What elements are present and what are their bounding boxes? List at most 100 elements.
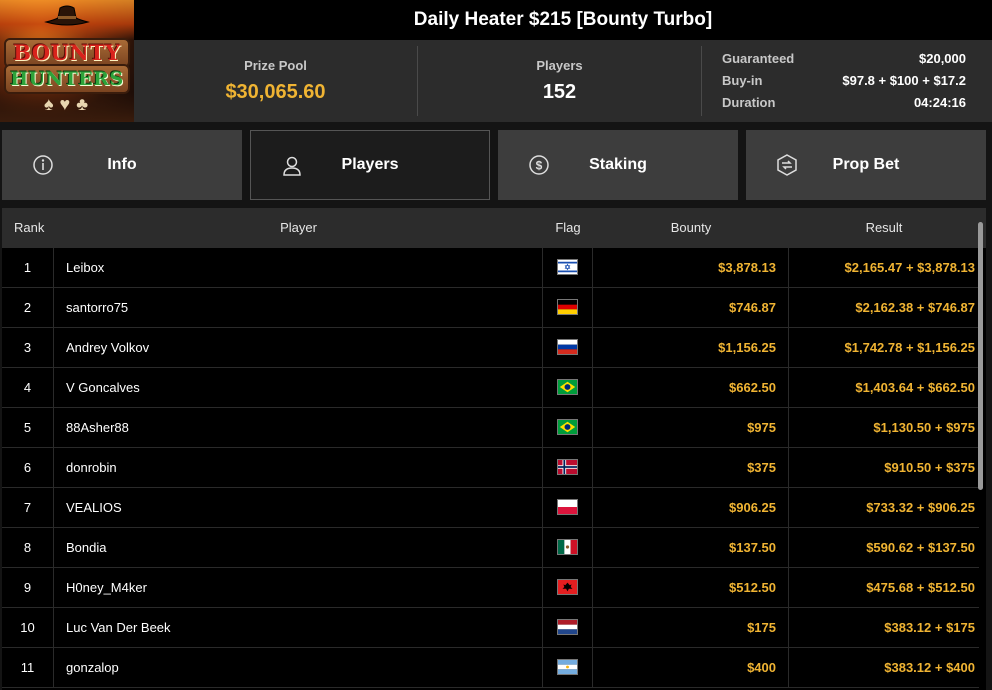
result-cell: $910.50 + $375 xyxy=(884,460,975,475)
player-name-cell[interactable]: VEALIOS xyxy=(54,488,543,528)
player-name-cell[interactable]: santorro75 xyxy=(54,288,543,328)
tab-prop-bet[interactable]: Prop Bet xyxy=(746,130,986,200)
guaranteed-label: Guaranteed xyxy=(722,51,795,66)
table-row[interactable]: 11 gonzalop $400 $383.12 + $400 xyxy=(2,648,979,688)
staking-icon: $ xyxy=(529,155,549,175)
bounty-cell: $137.50 xyxy=(593,528,789,568)
tournament-details: Guaranteed $20,000 Buy-in $97.8 + $100 +… xyxy=(722,48,966,114)
player-name-cell[interactable]: 88Asher88 xyxy=(54,408,543,448)
duration-value: 04:24:16 xyxy=(913,95,966,110)
rank-cell: 11 xyxy=(2,648,54,688)
rank-cell: 8 xyxy=(2,528,54,568)
header-rank[interactable]: Rank xyxy=(2,208,54,248)
argentina-flag-icon xyxy=(557,659,578,675)
prize-pool-value: $30,065.60 xyxy=(225,81,326,103)
flag-cell xyxy=(543,568,593,608)
bounty-cell: $3,878.13 xyxy=(593,248,789,288)
flag-cell xyxy=(543,608,593,648)
user-icon xyxy=(283,156,301,176)
table-row[interactable]: 10 Luc Van Der Beek $175 $383.12 + $175 xyxy=(2,608,979,648)
cowboy-hat-icon xyxy=(44,5,90,26)
table-row[interactable]: 8 Bondia $137.50 $590.62 + $137.50 xyxy=(2,528,979,568)
table-row[interactable]: 3 Andrey Volkov $1,156.25 $1,742.78 + $1,15… xyxy=(2,328,979,368)
prop-bet-icon xyxy=(777,154,797,176)
result-cell: $383.12 + $400 xyxy=(884,660,975,675)
rank-cell: 10 xyxy=(2,608,54,648)
guaranteed-row: Guaranteed $20,000 xyxy=(722,48,966,70)
svg-text:$: $ xyxy=(536,159,543,173)
result-cell: $733.32 + $906.25 xyxy=(866,500,975,515)
bounty-cell: $512.50 xyxy=(593,568,789,608)
netherlands-flag-icon xyxy=(557,619,578,635)
logo-text-hunters: HUNTERS xyxy=(4,64,130,94)
card-suits-icon: ♠♥♣ xyxy=(43,94,95,114)
tab-staking[interactable]: $ Staking xyxy=(498,130,738,200)
flag-cell xyxy=(543,368,593,408)
header-player[interactable]: Player xyxy=(54,208,543,248)
bounty-cell: $975 xyxy=(593,408,789,448)
israel-flag-icon xyxy=(557,259,578,275)
player-name-cell[interactable]: Andrey Volkov xyxy=(54,328,543,368)
prize-pool-stat: Prize Pool $30,065.60 xyxy=(134,40,417,122)
rank-cell: 2 xyxy=(2,288,54,328)
bounty-cell: $662.50 xyxy=(593,368,789,408)
tab-info[interactable]: Info xyxy=(2,130,242,200)
table-row[interactable]: 9 H0ney_M4ker $512.50 $475.68 + $512.50 xyxy=(2,568,979,608)
albania-flag-icon xyxy=(557,579,578,595)
result-cell: $1,130.50 + $975 xyxy=(873,420,975,435)
flag-cell xyxy=(543,448,593,488)
header-bounty[interactable]: Bounty xyxy=(593,208,789,248)
rank-cell: 5 xyxy=(2,408,54,448)
germany-flag-icon xyxy=(557,299,578,315)
result-cell: $1,403.64 + $662.50 xyxy=(855,380,975,395)
header-result[interactable]: Result xyxy=(789,208,979,248)
table-row[interactable]: 6 donrobin $375 $910.50 + $375 xyxy=(2,448,979,488)
buyin-label: Buy-in xyxy=(722,73,763,88)
table-row[interactable]: 4V Goncalves $662.50 $1,403.64 + $662.50 xyxy=(2,368,979,408)
rank-cell: 7 xyxy=(2,488,54,528)
flag-cell xyxy=(543,408,593,448)
duration-label: Duration xyxy=(722,95,776,110)
table-row[interactable]: 5 88Asher88 $975 $1,130.50 + $975 xyxy=(2,408,979,448)
table-scrollbar[interactable] xyxy=(978,222,983,490)
brazil-flag-icon xyxy=(557,419,578,435)
tournament-header: BOUNTY HUNTERS ♠♥♣ Daily Heater $215 [Bo… xyxy=(0,0,992,124)
player-name-cell[interactable]: Luc Van Der Beek xyxy=(54,608,543,648)
players-label: Players xyxy=(536,58,583,73)
bounty-cell: $175 xyxy=(593,608,789,648)
player-name-cell[interactable]: gonzalop xyxy=(54,648,543,688)
table-row[interactable]: 2 santorro75 $746.87 $2,162.38 + $746.87 xyxy=(2,288,979,328)
russia-flag-icon xyxy=(557,339,578,355)
prize-pool-label: Prize Pool xyxy=(244,58,307,73)
tournament-stats: Prize Pool $30,065.60 Players 152 Guaran… xyxy=(134,40,992,122)
flag-cell xyxy=(543,648,593,688)
flag-cell xyxy=(543,488,593,528)
player-name-cell[interactable]: Bondia xyxy=(54,528,543,568)
buyin-row: Buy-in $97.8 + $100 + $17.2 xyxy=(722,70,966,92)
mexico-flag-icon xyxy=(557,539,578,555)
player-name-cell[interactable]: H0ney_M4ker xyxy=(54,568,543,608)
guaranteed-value: $20,000 xyxy=(919,51,966,66)
player-name-cell[interactable]: Leibox xyxy=(54,248,543,288)
result-cell: $1,742.78 + $1,156.25 xyxy=(844,340,975,355)
tab-players[interactable]: Players xyxy=(250,130,490,200)
buyin-value: $97.8 + $100 + $17.2 xyxy=(842,73,966,88)
table-row[interactable]: 1 Leibox $3,878.13 $2,165.47 + $3,878.13 xyxy=(2,248,979,288)
flag-cell xyxy=(543,528,593,568)
table-row[interactable]: 7 VEALIOS $906.25 $733.32 + $906.25 xyxy=(2,488,979,528)
header-flag[interactable]: Flag xyxy=(543,208,593,248)
bounty-cell: $906.25 xyxy=(593,488,789,528)
result-cell: $590.62 + $137.50 xyxy=(866,540,975,555)
duration-row: Duration 04:24:16 xyxy=(722,92,966,114)
player-name-cell[interactable]: donrobin xyxy=(54,448,543,488)
flag-cell xyxy=(543,248,593,288)
result-cell: $2,162.38 + $746.87 xyxy=(855,300,975,315)
info-icon xyxy=(33,155,53,175)
result-cell: $475.68 + $512.50 xyxy=(866,580,975,595)
bounty-cell: $1,156.25 xyxy=(593,328,789,368)
player-name-cell[interactable]: V Goncalves xyxy=(54,368,543,408)
norway-flag-icon xyxy=(557,459,578,475)
result-cell: $383.12 + $175 xyxy=(884,620,975,635)
brazil-flag-icon xyxy=(557,379,578,395)
table-header: Rank Player Flag Bounty Result xyxy=(2,208,986,248)
